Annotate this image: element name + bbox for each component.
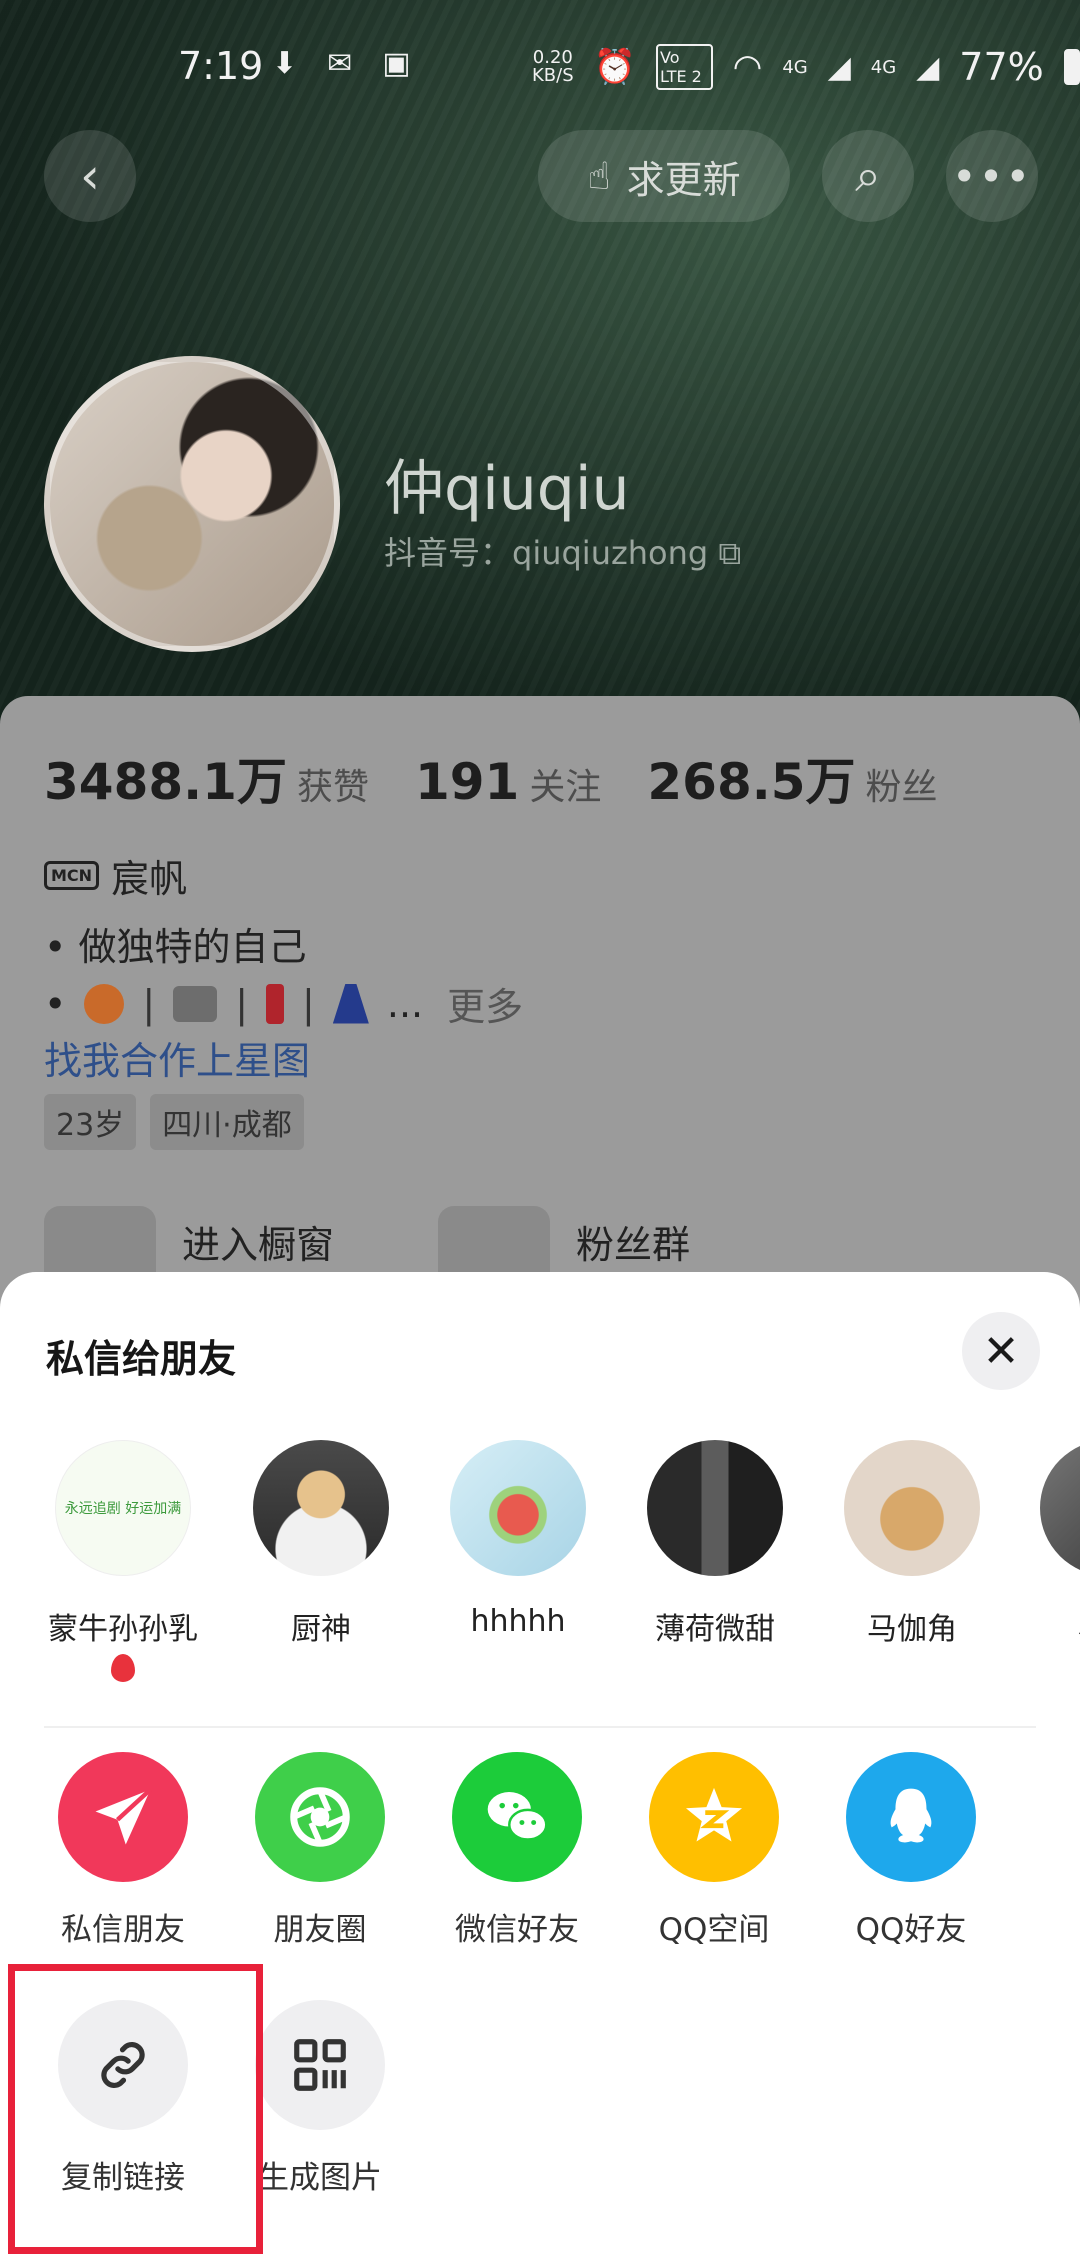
mcn-line[interactable]: MCN 宸帆 xyxy=(44,848,187,903)
following-count[interactable]: 191 xyxy=(415,753,519,811)
copy-link-button[interactable]: 复制链接 xyxy=(23,2000,223,2197)
search-button[interactable]: ⌕ xyxy=(822,130,914,222)
more-dots-icon: ••• xyxy=(951,151,1033,201)
paper-plane-icon xyxy=(58,1752,188,1882)
qq-penguin-icon xyxy=(846,1752,976,1882)
hand-pointer-icon: ☝ xyxy=(587,154,611,198)
friend-item[interactable]: hhhhh xyxy=(423,1440,613,1639)
notification-icons: ⬇ ✉ ▣ xyxy=(272,46,411,81)
age-tag: 23岁 xyxy=(44,1094,137,1150)
net-speed: 0.20 KB/S xyxy=(532,47,574,86)
friend-avatar xyxy=(1040,1440,1080,1576)
qrcode-icon xyxy=(255,2000,385,2130)
back-button[interactable]: ‹ xyxy=(44,130,136,222)
search-icon: ⌕ xyxy=(855,148,881,202)
collab-link[interactable]: 找我合作上星图 xyxy=(44,1030,310,1085)
basketball-emoji xyxy=(84,983,125,1024)
share-qq-button[interactable]: QQ好友 xyxy=(811,1752,1011,1949)
profile-nickname: 仲qiuqiu xyxy=(384,454,630,524)
request-update-button[interactable]: ☝ 求更新 xyxy=(538,130,790,222)
profile-avatar[interactable] xyxy=(44,356,340,652)
bio-more-link[interactable]: 更多 xyxy=(447,976,523,1031)
profile-stats: 3488.1万 获赞 191 关注 268.5万 粉丝 xyxy=(44,742,984,814)
friend-name: 蒙牛孙孙乳 xyxy=(48,1612,198,1647)
share-tools: 复制链接 生成图片 xyxy=(0,2000,1080,2230)
friend-avatar xyxy=(844,1440,980,1576)
download-icon: ⬇ xyxy=(272,46,298,81)
friend-avatar xyxy=(253,1440,389,1576)
camera-emoji xyxy=(173,985,218,1022)
friend-avatar: 永远追剧 好运加满 xyxy=(55,1440,191,1576)
signal-bars-icon: ◢ xyxy=(827,49,851,85)
share-qzone-button[interactable]: QQ空间 xyxy=(614,1752,814,1949)
chevron-left-icon: ‹ xyxy=(80,147,100,205)
friend-name: 薄荷微甜 xyxy=(655,1612,775,1647)
copy-icon[interactable]: ⧉ xyxy=(718,534,741,572)
friend-name: 马伽角 xyxy=(867,1612,957,1647)
close-button[interactable]: ✕ xyxy=(962,1312,1040,1390)
bio-line-1: • 做独特的自己 xyxy=(44,925,307,969)
qzone-star-icon xyxy=(649,1752,779,1882)
friend-name: 厨神 xyxy=(291,1612,351,1647)
close-icon: ✕ xyxy=(982,1325,1020,1377)
likes-count: 3488.1万 xyxy=(44,753,287,811)
divider xyxy=(44,1726,1036,1728)
friend-avatar xyxy=(450,1440,586,1576)
followers-count[interactable]: 268.5万 xyxy=(647,742,855,814)
volte-badge: Vo LTE 2 xyxy=(656,44,713,90)
friend-item[interactable]: 永远追剧 好运加满 蒙牛孙孙乳 xyxy=(28,1440,218,1682)
signal-4g-2: 4G xyxy=(870,56,897,78)
alarm-icon: ⏰ xyxy=(593,47,636,87)
status-bar: 7:19 ⬇ ✉ ▣ 0.20 KB/S ⏰ Vo LTE 2 ◠ 4G ◢ 4… xyxy=(0,0,1080,130)
status-indicators: 0.20 KB/S ⏰ Vo LTE 2 ◠ 4G ◢ 4G ◢ 77% xyxy=(532,44,1080,90)
wifi-icon: ◠ xyxy=(732,47,763,87)
dress-emoji xyxy=(332,983,369,1024)
battery-icon xyxy=(1063,49,1080,85)
friend-name: 小宝 xyxy=(1013,1604,1080,1648)
signal-4g-1: 4G xyxy=(782,56,808,78)
wechat-icon xyxy=(452,1752,582,1882)
friend-item[interactable]: 马伽角 xyxy=(817,1440,1007,1648)
friend-name: hhhhh xyxy=(470,1604,566,1639)
generate-image-button[interactable]: 生成图片 xyxy=(220,2000,420,2197)
share-dm-button[interactable]: 私信朋友 xyxy=(23,1752,223,1949)
mcn-name: 宸帆 xyxy=(111,857,188,901)
friend-list: 永远追剧 好运加满 蒙牛孙孙乳 厨神 hhhhh 薄荷微甜 马伽角 小宝 xyxy=(0,1440,1080,1700)
likes-label: 获赞 xyxy=(296,767,369,808)
share-apps: 私信朋友 朋友圈 微信好友 QQ空间 QQ好友 xyxy=(0,1752,1080,1972)
balloon-icon xyxy=(111,1654,135,1682)
bio-line-2: • | | | ... 更多 xyxy=(44,976,523,1031)
more-button[interactable]: ••• xyxy=(946,130,1038,222)
battery-percent: 77% xyxy=(959,45,1044,89)
share-wechat-button[interactable]: 微信好友 xyxy=(417,1752,617,1949)
friend-item[interactable]: 薄荷微甜 xyxy=(620,1440,810,1648)
status-time: 7:19 xyxy=(178,44,264,88)
mcn-badge: MCN xyxy=(44,861,100,890)
profile-tags: 23岁 四川·成都 xyxy=(44,1094,304,1150)
message-icon: ✉ xyxy=(327,46,353,81)
location-tag: 四川·成都 xyxy=(150,1094,304,1150)
friend-item[interactable]: 小宝 xyxy=(1013,1440,1080,1648)
share-moments-button[interactable]: 朋友圈 xyxy=(220,1752,420,1949)
friend-item[interactable]: 厨神 xyxy=(226,1440,416,1648)
share-sheet: 私信给朋友 ✕ 永远追剧 好运加满 蒙牛孙孙乳 厨神 hhhhh 薄荷微甜 马伽… xyxy=(0,1272,1080,2266)
signal-bars-icon: ◢ xyxy=(916,49,940,85)
followers-label[interactable]: 粉丝 xyxy=(866,758,938,810)
aperture-icon xyxy=(255,1752,385,1882)
link-icon xyxy=(58,2000,188,2130)
lipstick-emoji xyxy=(266,983,285,1024)
following-label[interactable]: 关注 xyxy=(529,758,601,810)
share-sheet-title: 私信给朋友 xyxy=(46,1337,237,1381)
friend-avatar xyxy=(647,1440,783,1576)
douyin-id[interactable]: 抖音号：qiuqiuzhong ⧉ xyxy=(384,528,741,574)
image-icon: ▣ xyxy=(382,46,411,81)
